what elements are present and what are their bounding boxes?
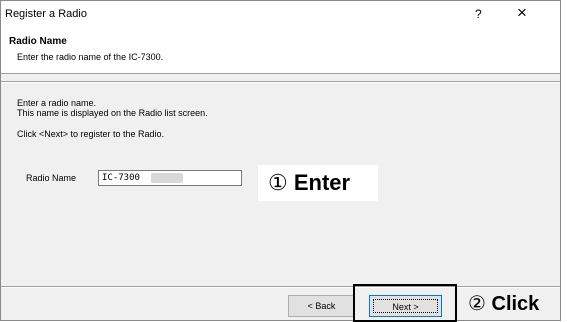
blurred-text — [151, 173, 183, 183]
step1-number: ① — [268, 170, 288, 195]
instruction-text: Click <Next> to register to the Radio. — [17, 129, 165, 139]
window-title: Register a Radio — [5, 8, 87, 20]
footer-divider — [1, 286, 560, 288]
step2-number: ② — [468, 293, 486, 315]
header-panel: Radio Name Enter the radio name of the I… — [1, 29, 560, 74]
title-bar: Register a Radio ? × — [1, 1, 560, 30]
page-subtitle: Enter the radio name of the IC-7300. — [17, 52, 164, 62]
step1-word: Enter — [293, 170, 351, 195]
page-title: Radio Name — [9, 36, 67, 47]
step1-callout: ① Enter — [258, 165, 378, 201]
register-radio-dialog: Register a Radio ? × Radio Name Enter th… — [0, 0, 561, 321]
instruction-text: Enter a radio name. — [17, 98, 97, 108]
radio-name-label: Radio Name — [26, 173, 77, 183]
step2-callout: ② Click — [468, 291, 539, 317]
instruction-text: This name is displayed on the Radio list… — [17, 108, 208, 118]
step2-word: Click — [491, 293, 540, 315]
header-divider — [1, 81, 560, 83]
help-button[interactable]: ? — [475, 7, 482, 21]
next-button-highlight — [353, 284, 457, 322]
back-button[interactable]: < Back — [288, 295, 354, 317]
close-button[interactable]: × — [517, 3, 527, 23]
